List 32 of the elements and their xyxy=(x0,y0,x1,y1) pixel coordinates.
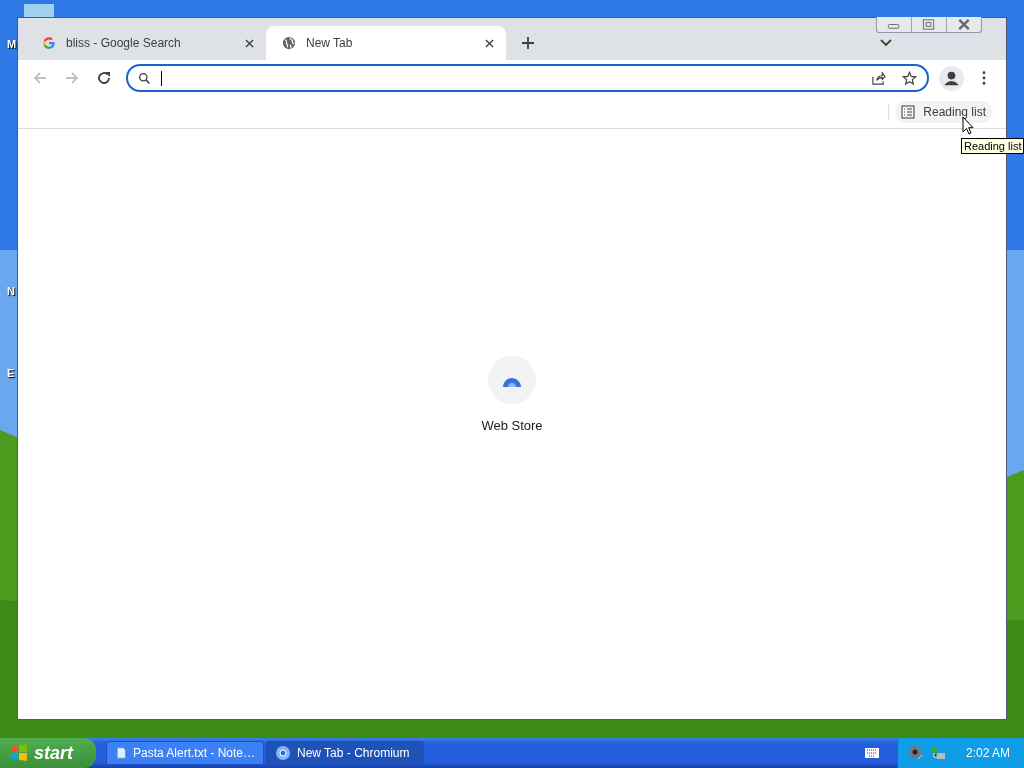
desktop-icon-label[interactable]: N xyxy=(7,285,15,297)
desktop-icon-label[interactable]: E xyxy=(7,367,15,379)
keyboard-icon[interactable] xyxy=(864,748,879,758)
start-button[interactable]: start xyxy=(0,738,96,768)
share-icon[interactable] xyxy=(871,70,886,86)
tooltip: Reading list xyxy=(961,138,1024,154)
browser-tab[interactable]: bliss - Google Search xyxy=(26,26,266,60)
close-icon[interactable] xyxy=(485,38,494,48)
reading-list-button[interactable]: Reading list xyxy=(895,101,992,123)
browser-tab[interactable]: New Tab xyxy=(266,26,506,60)
clock[interactable]: 2:02 AM xyxy=(965,746,1010,760)
chromium-icon xyxy=(275,745,291,761)
desktop-icon-label[interactable]: M xyxy=(7,38,17,50)
taskbar-button[interactable]: Pasta Alert.txt - Note… xyxy=(106,741,264,765)
profile-icon[interactable] xyxy=(939,65,964,91)
search-icon xyxy=(138,71,151,85)
notepad-icon xyxy=(115,745,127,761)
web-store-icon[interactable] xyxy=(488,355,536,404)
taskbar-button[interactable]: New Tab - Chromium xyxy=(266,741,424,765)
menu-icon[interactable] xyxy=(982,71,986,85)
list-icon xyxy=(901,105,916,119)
reload-icon[interactable] xyxy=(96,70,112,86)
new-tab-icon[interactable] xyxy=(522,37,534,49)
webcam-icon[interactable] xyxy=(907,745,924,761)
address-bar[interactable] xyxy=(126,64,929,92)
close-icon[interactable] xyxy=(245,38,254,48)
star-icon[interactable] xyxy=(902,70,917,86)
windows-flag-icon xyxy=(10,744,28,762)
chevron-down-icon[interactable] xyxy=(880,39,892,47)
google-icon xyxy=(42,36,56,50)
shortcut-title[interactable]: Web Store xyxy=(481,417,543,433)
globe-icon xyxy=(282,36,296,50)
